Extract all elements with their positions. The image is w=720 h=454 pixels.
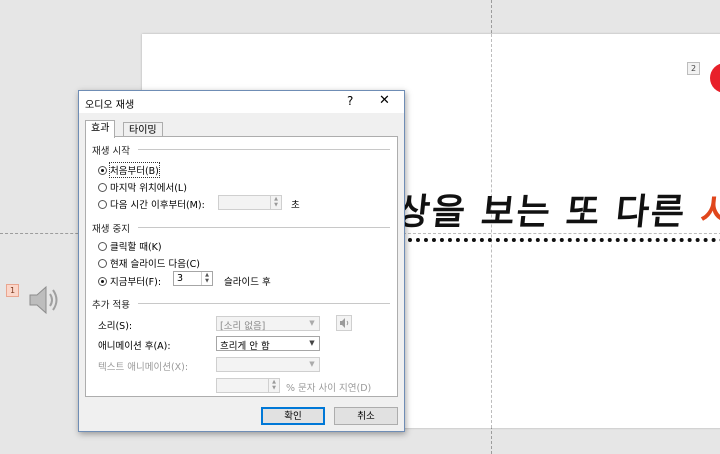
radio-on-click[interactable]: 클릭할 때(K) — [98, 239, 162, 253]
speaker-small-icon — [340, 318, 349, 328]
sound-volume-button[interactable] — [336, 315, 352, 331]
group-divider — [138, 303, 390, 304]
stepper-down-icon[interactable]: ▼ — [202, 278, 212, 284]
slides-unit: 슬라이드 후 — [224, 277, 271, 288]
dialog-title: 오디오 재생 — [85, 100, 135, 111]
stop-group-label: 재생 중지 — [92, 224, 130, 235]
slides-count-stepper[interactable]: 3 ▲ ▼ — [173, 271, 213, 286]
text-animation-select[interactable]: ▼ — [216, 357, 320, 372]
group-divider — [138, 227, 390, 228]
radio-button[interactable] — [98, 199, 107, 209]
dotted-underline — [400, 238, 720, 242]
ok-button[interactable]: 확인 — [261, 407, 325, 425]
chevron-down-icon: ▼ — [309, 339, 315, 347]
start-group-label: 재생 시작 — [92, 146, 130, 157]
seconds-unit: 초 — [291, 200, 300, 211]
cancel-button[interactable]: 취소 — [334, 407, 398, 425]
stepper-down-icon[interactable]: ▼ — [271, 202, 281, 208]
delay-suffix-label: % 문자 사이 지연(D) — [286, 383, 372, 394]
from-beginning-label: 처음부터(B) — [109, 162, 160, 178]
radio-from-last-position[interactable]: 마지막 위치에서(L) — [98, 180, 187, 194]
slide-headline[interactable]: 상을 보는 또 다른 시 — [394, 183, 720, 235]
radio-button[interactable] — [98, 182, 107, 192]
text-animation-label: 텍스트 애니메이션(X): — [98, 362, 189, 373]
close-icon[interactable]: ✕ — [379, 93, 390, 108]
tab-effect[interactable]: 효과 — [85, 120, 116, 138]
dialog-titlebar[interactable]: 오디오 재생 ? ✕ — [79, 91, 404, 113]
after-slides-label: 지금부터(F): — [110, 277, 162, 288]
radio-after-slides[interactable]: 지금부터(F): — [98, 274, 161, 288]
radio-after-current-slide[interactable]: 현재 슬라이드 다음(C) — [98, 256, 200, 270]
play-audio-dialog: 오디오 재생 ? ✕ 효과 타이밍 재생 시작 처음부터(B) 마지막 위치에서… — [78, 90, 405, 432]
effect-panel: 재생 시작 처음부터(B) 마지막 위치에서(L) 다음 시간 이후부터(M):… — [85, 136, 398, 397]
group-divider — [138, 149, 390, 150]
radio-button[interactable] — [98, 258, 107, 268]
stepper-arrows[interactable]: ▲ ▼ — [270, 196, 281, 209]
sound-label: 소리(S): — [98, 321, 133, 332]
sound-select[interactable]: [소리 없음] ▼ — [216, 316, 320, 332]
radio-button[interactable] — [98, 241, 107, 251]
after-animation-label: 애니메이션 후(A): — [98, 341, 171, 352]
stepper-arrows[interactable]: ▲ ▼ — [201, 272, 212, 285]
enhancements-group-label: 추가 적용 — [92, 300, 130, 311]
stepper-down-icon[interactable]: ▼ — [269, 385, 279, 391]
radio-from-time[interactable]: 다음 시간 이후부터(M): — [98, 197, 205, 211]
audio-speaker-icon[interactable] — [26, 284, 62, 316]
radio-button-checked[interactable] — [98, 165, 107, 175]
after-animation-value: 흐리게 안 함 — [220, 341, 270, 352]
slides-count-value: 3 — [177, 273, 184, 284]
sound-select-value: [소리 없음] — [220, 321, 266, 332]
from-time-label: 다음 시간 이후부터(M): — [110, 200, 205, 211]
headline-accent-text: 시 — [698, 192, 720, 233]
after-current-slide-label: 현재 슬라이드 다음(C) — [110, 259, 201, 270]
help-icon[interactable]: ? — [347, 94, 353, 108]
headline-text: 상을 보는 또 다른 — [394, 192, 703, 233]
stepper-arrows[interactable]: ▲ ▼ — [268, 379, 279, 392]
animation-order-tag[interactable]: 2 — [687, 62, 701, 75]
radio-button-checked[interactable] — [98, 276, 107, 286]
animation-order-tag-selected[interactable]: 1 — [6, 284, 20, 297]
chevron-down-icon: ▼ — [309, 319, 315, 327]
start-time-stepper[interactable]: ▲ ▼ — [218, 195, 282, 210]
on-click-label: 클릭할 때(K) — [110, 242, 162, 253]
red-circle-shape[interactable] — [710, 63, 720, 93]
chevron-down-icon: ▼ — [309, 360, 315, 368]
radio-from-beginning[interactable]: 처음부터(B) — [98, 162, 160, 178]
delay-stepper[interactable]: ▲ ▼ — [216, 378, 280, 393]
from-last-position-label: 마지막 위치에서(L) — [110, 183, 187, 194]
after-animation-select[interactable]: 흐리게 안 함 ▼ — [216, 336, 320, 352]
